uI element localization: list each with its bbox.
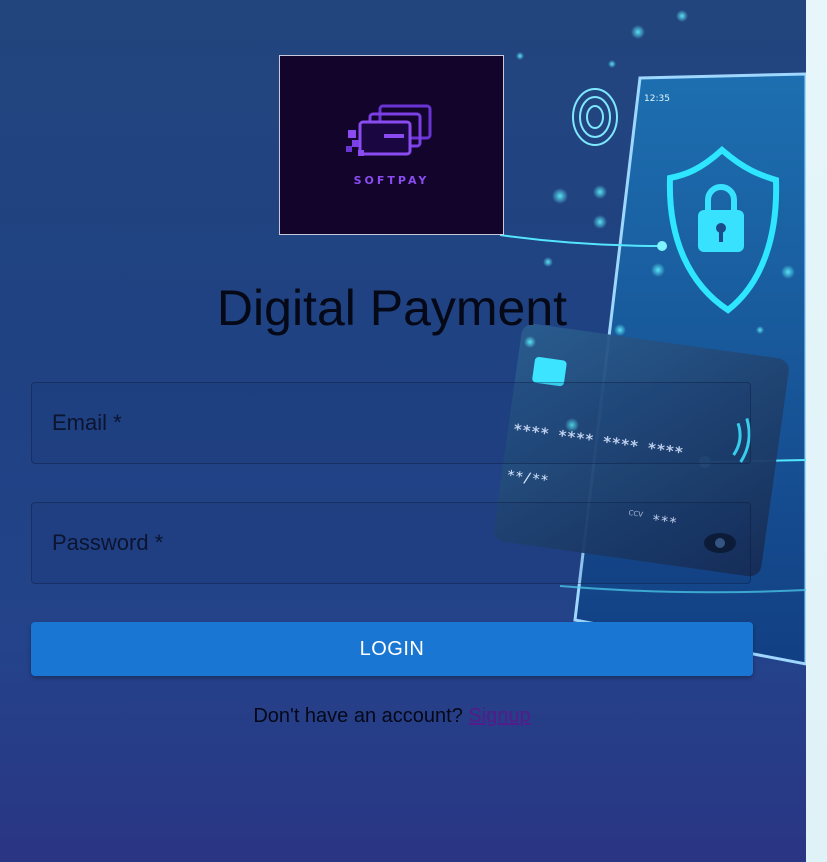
fingerprint-icon (572, 88, 618, 146)
email-field[interactable]: Email * (31, 382, 751, 464)
logo-text: SOFTPAY (353, 173, 430, 187)
phone-time: 12:35 (644, 94, 670, 104)
email-label: Email * (52, 410, 122, 435)
cards-logo-icon (345, 104, 431, 156)
login-button[interactable]: LOGIN (31, 622, 753, 676)
login-panel: 12:35 **** **** **** **** **/** CCV *** … (0, 0, 806, 862)
page-title: Digital Payment (216, 280, 568, 336)
signup-link[interactable]: Signup (468, 705, 530, 727)
signup-prompt-text: Don't have an account? (253, 705, 463, 727)
password-field[interactable]: Password * (31, 502, 751, 584)
password-label: Password * (52, 530, 164, 555)
signup-prompt: Don't have an account? Signup (0, 705, 784, 728)
page-edge-background (806, 0, 827, 862)
softpay-logo: SOFTPAY (279, 55, 504, 235)
